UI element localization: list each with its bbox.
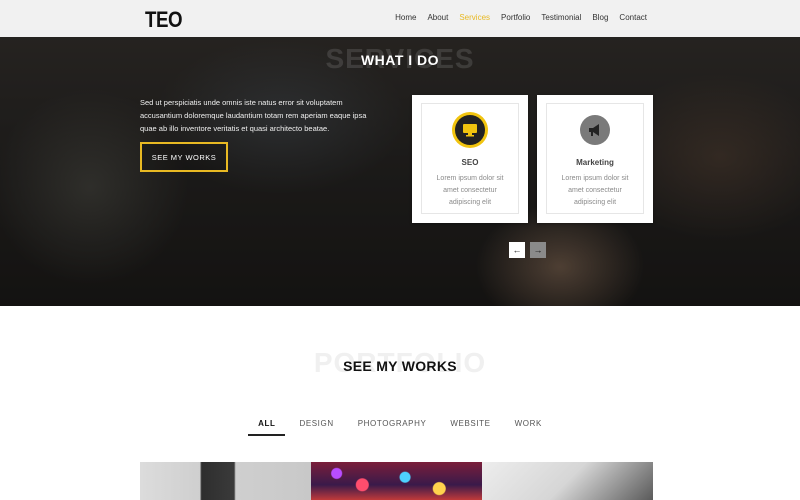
service-card-text: Lorem ipsum dolor sit amet consectetur a… (561, 175, 629, 206)
megaphone-icon (580, 115, 610, 145)
portfolio-item[interactable] (482, 462, 653, 500)
arrow-right-icon: → (533, 244, 543, 255)
filter-design[interactable]: DESIGN (287, 419, 345, 436)
carousel-next-button[interactable]: → (530, 242, 546, 258)
nav-portfolio[interactable]: Portfolio (501, 13, 530, 22)
nav-blog[interactable]: Blog (592, 13, 608, 22)
portfolio-filters: ALL DESIGN PHOTOGRAPHY WEBSITE WORK (0, 419, 800, 436)
filter-all[interactable]: ALL (246, 419, 287, 436)
nav-testimonial[interactable]: Testimonial (541, 13, 581, 22)
carousel-prev-button[interactable]: ← (509, 242, 525, 258)
nav-services[interactable]: Services (459, 13, 490, 22)
nav-about[interactable]: About (427, 13, 448, 22)
service-card-marketing[interactable]: Marketing Lorem ipsum dolor sit amet con… (537, 95, 653, 223)
main-nav: Home About Services Portfolio Testimonia… (395, 13, 647, 22)
site-logo[interactable]: TEO (145, 7, 183, 33)
nav-contact[interactable]: Contact (619, 13, 647, 22)
services-title: WHAT I DO (360, 52, 440, 68)
filter-website[interactable]: WEBSITE (438, 419, 502, 436)
service-card-text: Lorem ipsum dolor sit amet consectetur a… (436, 175, 504, 206)
service-card-frame: SEO Lorem ipsum dolor sit amet consectet… (421, 103, 519, 214)
portfolio-item[interactable] (311, 462, 482, 500)
nav-home[interactable]: Home (395, 13, 416, 22)
site-header: TEO Home About Services Portfolio Testim… (0, 0, 800, 37)
services-section: SERVICES WHAT I DO Sed ut perspiciatis u… (0, 37, 800, 306)
service-card-title: Marketing (576, 158, 614, 167)
hero-background (0, 37, 800, 306)
filter-work[interactable]: WORK (503, 419, 554, 436)
service-card-frame: Marketing Lorem ipsum dolor sit amet con… (546, 103, 644, 214)
arrow-left-icon: ← (512, 244, 522, 255)
monitor-icon (455, 115, 485, 145)
services-description: Sed ut perspiciatis unde omnis iste natu… (140, 98, 367, 133)
portfolio-item[interactable] (140, 462, 311, 500)
service-card-seo[interactable]: SEO Lorem ipsum dolor sit amet consectet… (412, 95, 528, 223)
service-card-title: SEO (461, 158, 479, 167)
see-my-works-button[interactable]: SEE MY WORKS (140, 142, 228, 172)
portfolio-title: SEE MY WORKS (343, 358, 457, 374)
filter-photography[interactable]: PHOTOGRAPHY (346, 419, 439, 436)
